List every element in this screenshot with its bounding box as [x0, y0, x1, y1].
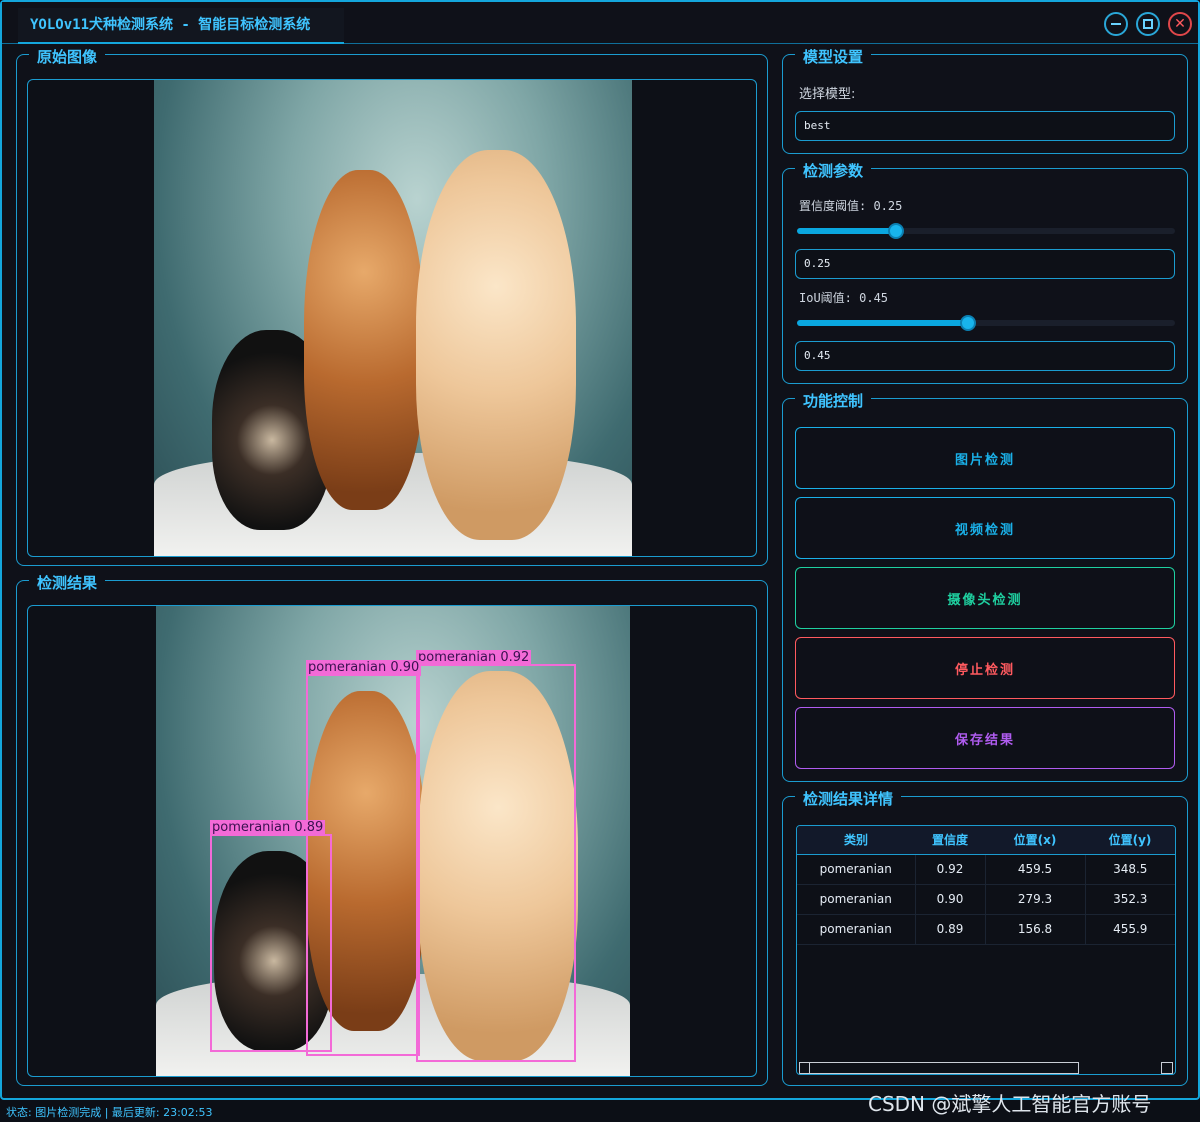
column-header[interactable]: 置信度	[915, 826, 985, 855]
original-image-panel: 原始图像	[16, 46, 768, 566]
bbox-dog-1: pomeranian 0.92	[416, 650, 576, 1062]
save-results-button[interactable]: 保存结果	[795, 707, 1175, 769]
title-tab: YOLOv11犬种检测系统 - 智能目标检测系统	[18, 8, 344, 44]
video-detect-button[interactable]: 视频检测	[795, 497, 1175, 559]
confidence-slider[interactable]	[797, 223, 1175, 239]
original-image-frame	[27, 79, 757, 557]
image-detect-button[interactable]: 图片检测	[795, 427, 1175, 489]
iou-slider-handle[interactable]	[960, 315, 976, 331]
confidence-input[interactable]: 0.25	[795, 249, 1175, 279]
iou-slider[interactable]	[797, 315, 1175, 331]
bbox-label: pomeranian 0.90	[306, 660, 422, 676]
details-panel: 检测结果详情 类别 置信度 位置(x) 位置(y) pomeranian 0.9…	[782, 788, 1188, 1086]
cell-class: pomeranian	[797, 884, 916, 915]
cell-x: 459.5	[985, 854, 1086, 885]
dog-cream	[416, 150, 576, 540]
bbox-label: pomeranian 0.89	[210, 820, 326, 836]
model-settings-title: 模型设置	[795, 46, 872, 67]
confidence-slider-fill	[797, 228, 897, 234]
close-button[interactable]: ✕	[1168, 12, 1192, 36]
original-panel-title: 原始图像	[29, 46, 106, 67]
result-panel-title: 检测结果	[29, 572, 106, 593]
details-title: 检测结果详情	[795, 788, 902, 809]
cell-class: pomeranian	[797, 854, 916, 885]
cell-y: 352.3	[1085, 884, 1175, 915]
bbox-label: pomeranian 0.92	[416, 650, 532, 666]
stop-detect-button[interactable]: 停止检测	[795, 637, 1175, 699]
maximize-icon	[1143, 19, 1153, 29]
cell-x: 279.3	[985, 884, 1086, 915]
model-select-label: 选择模型:	[799, 87, 856, 102]
cell-x: 156.8	[985, 914, 1086, 945]
controls-panel: 功能控制 图片检测 视频检测 摄像头检测 停止检测 保存结果	[782, 390, 1188, 782]
minimize-button[interactable]	[1104, 12, 1128, 36]
cell-y: 348.5	[1085, 854, 1175, 885]
cell-y: 455.9	[1085, 914, 1175, 945]
iou-label: IoU阈值: 0.45	[799, 291, 889, 305]
original-image	[154, 80, 632, 556]
status-bar-text: 状态: 图片检测完成 | 最后更新: 23:02:53	[6, 1106, 213, 1119]
result-image-panel: 检测结果 pomeranian 0.92 pomeranian 0.90 pom…	[16, 572, 768, 1086]
scrollbar-left-arrow[interactable]	[800, 1063, 810, 1073]
iou-slider-fill	[797, 320, 969, 326]
details-table: 类别 置信度 位置(x) 位置(y) pomeranian 0.92 459.5…	[797, 826, 1175, 945]
bbox-dog-3: pomeranian 0.89	[210, 820, 332, 1052]
result-image: pomeranian 0.92 pomeranian 0.90 pomerani…	[156, 606, 630, 1076]
model-select[interactable]: best	[795, 111, 1175, 141]
scrollbar-corner	[1161, 1062, 1173, 1074]
cell-confidence: 0.90	[915, 884, 986, 915]
horizontal-scrollbar[interactable]	[799, 1062, 1079, 1074]
cell-confidence: 0.92	[915, 854, 986, 885]
table-row[interactable]: pomeranian 0.92 459.5 348.5	[797, 854, 1175, 885]
column-header[interactable]: 位置(x)	[985, 826, 1085, 855]
window-title: YOLOv11犬种检测系统 - 智能目标检测系统	[30, 17, 311, 33]
controls-title: 功能控制	[795, 390, 872, 411]
model-settings-panel: 模型设置 选择模型: best	[782, 46, 1188, 154]
iou-input[interactable]: 0.45	[795, 341, 1175, 371]
table-header-row: 类别 置信度 位置(x) 位置(y)	[797, 826, 1175, 855]
column-header[interactable]: 类别	[797, 826, 915, 855]
table-row[interactable]: pomeranian 0.90 279.3 352.3	[797, 884, 1175, 915]
camera-detect-button[interactable]: 摄像头检测	[795, 567, 1175, 629]
table-row[interactable]: pomeranian 0.89 156.8 455.9	[797, 914, 1175, 945]
confidence-label: 置信度阈值: 0.25	[799, 199, 903, 213]
watermark: CSDN @斌擎人工智能官方账号	[868, 1092, 1152, 1116]
details-table-frame: 类别 置信度 位置(x) 位置(y) pomeranian 0.92 459.5…	[796, 825, 1176, 1075]
confidence-slider-handle[interactable]	[888, 223, 904, 239]
app-window: YOLOv11犬种检测系统 - 智能目标检测系统 ✕ 原始图像 检测结果 pom…	[0, 0, 1200, 1100]
cell-confidence: 0.89	[915, 914, 986, 945]
detect-params-title: 检测参数	[795, 160, 872, 181]
dog-orange	[304, 170, 424, 510]
minimize-icon	[1111, 23, 1121, 25]
result-image-frame: pomeranian 0.92 pomeranian 0.90 pomerani…	[27, 605, 757, 1077]
column-header[interactable]: 位置(y)	[1085, 826, 1175, 855]
maximize-button[interactable]	[1136, 12, 1160, 36]
title-bar: YOLOv11犬种检测系统 - 智能目标检测系统 ✕	[2, 2, 1198, 44]
close-icon: ✕	[1174, 16, 1186, 32]
cell-class: pomeranian	[797, 914, 916, 945]
detect-params-panel: 检测参数 置信度阈值: 0.25 0.25 IoU阈值: 0.45 0.45	[782, 160, 1188, 384]
